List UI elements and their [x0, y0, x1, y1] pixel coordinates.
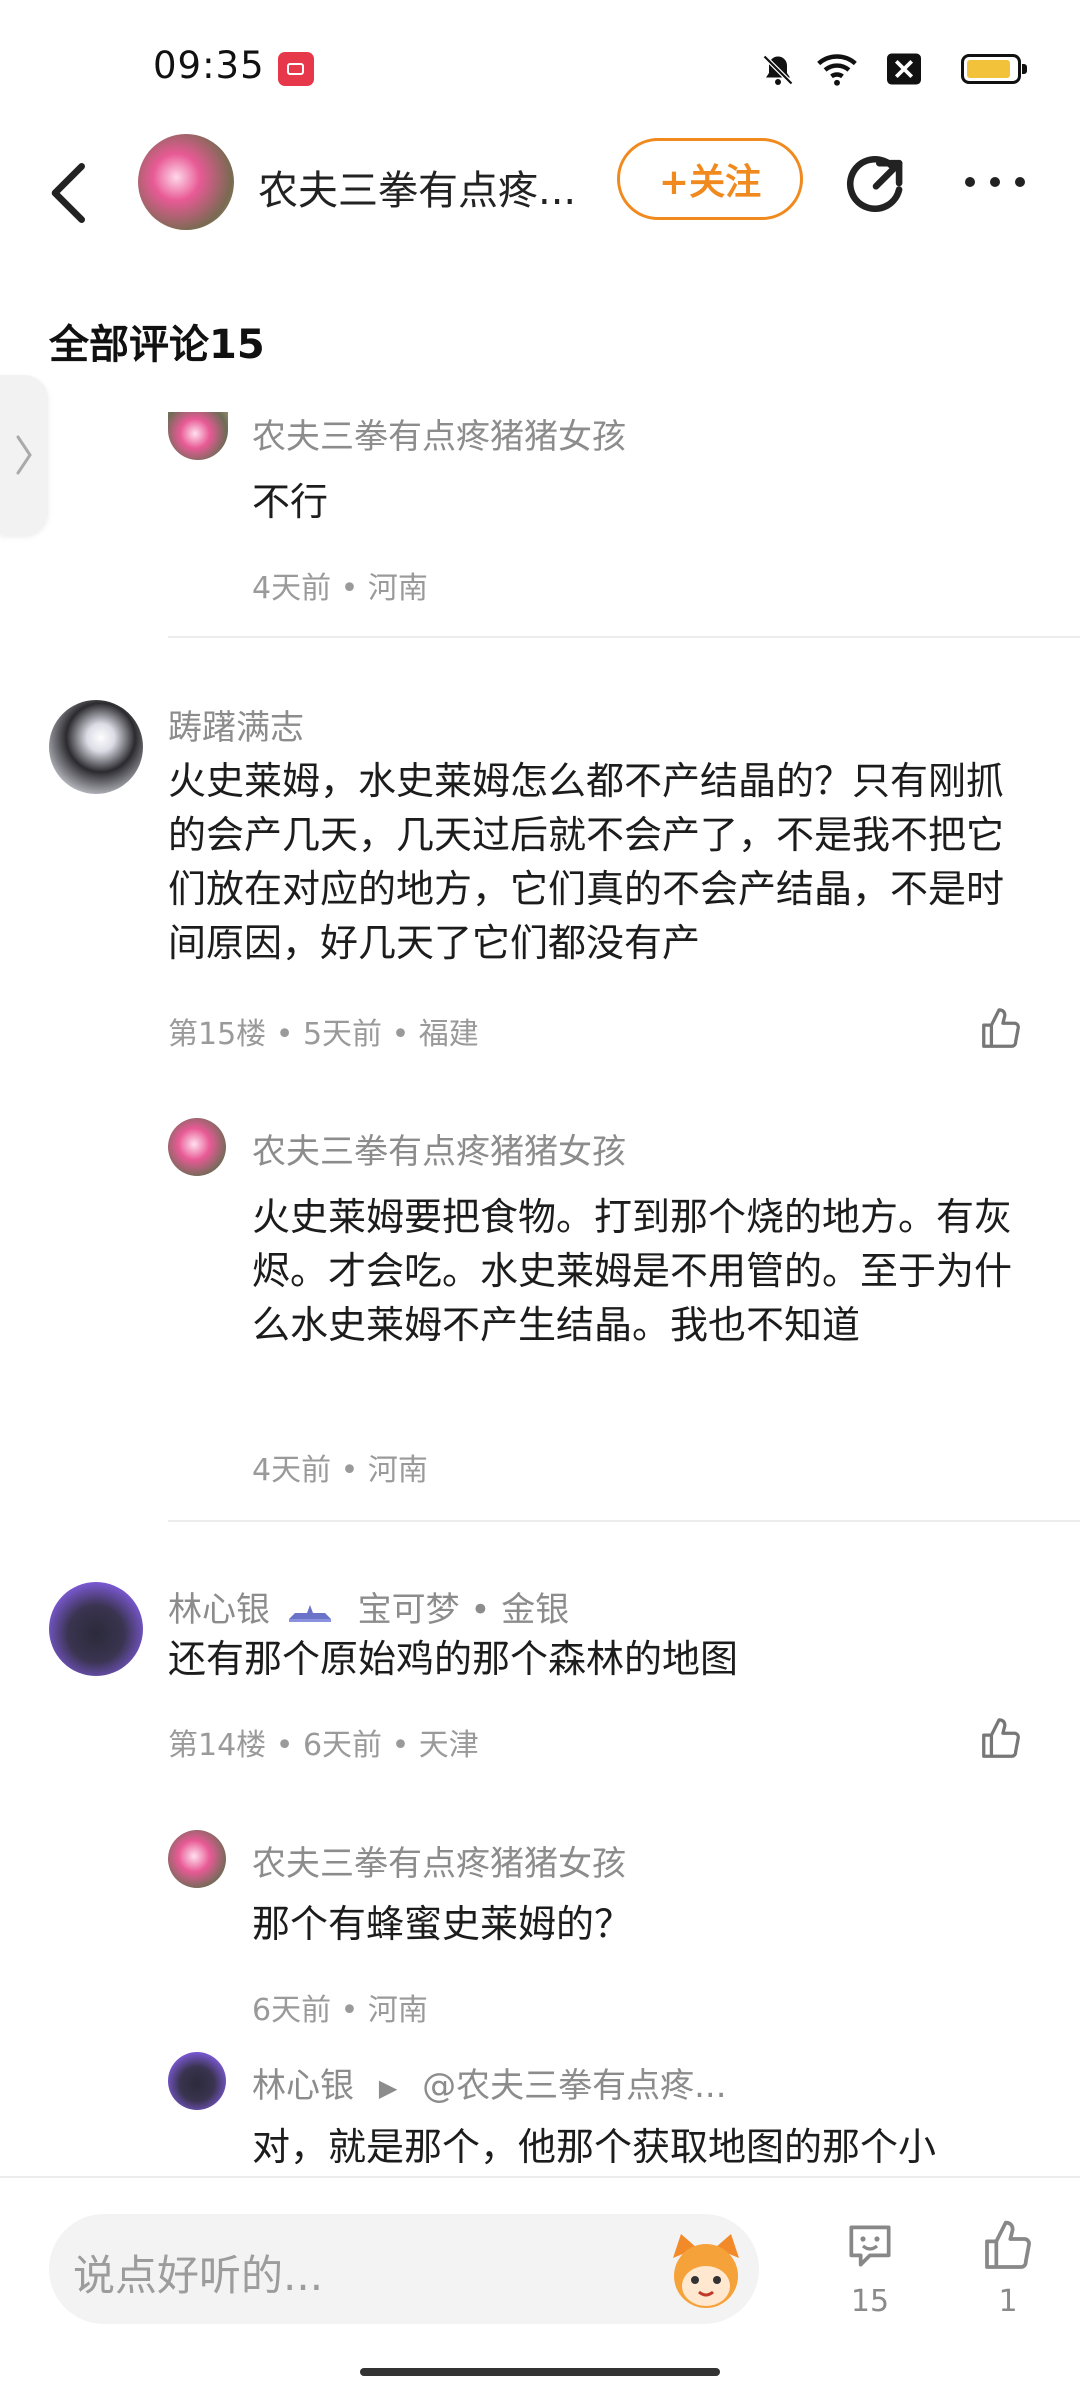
reply-author-name[interactable]: 农夫三拳有点疼猪猪女孩 [252, 1124, 626, 1173]
reply-author-name: 林心银 ▶ @农夫三拳有点疼... [252, 2058, 727, 2107]
reply-avatar[interactable] [168, 412, 228, 460]
reply-meta: 6天前 • 河南 [252, 1993, 428, 2028]
back-icon[interactable] [45, 158, 95, 228]
status-time: 09:35 [153, 44, 265, 87]
reply-meta: 4天前 • 河南 [252, 1453, 428, 1488]
reply-author-name[interactable]: 农夫三拳有点疼猪猪女孩 [252, 1836, 626, 1885]
status-bar: 09:35 [0, 0, 1080, 130]
commenter-name[interactable]: 踌躇满志 [168, 700, 304, 749]
commenter-avatar[interactable] [49, 700, 143, 794]
reply-text[interactable]: 对，就是那个，他那个获取地图的那个小 [252, 2120, 1032, 2176]
reply-avatar[interactable] [168, 1118, 226, 1176]
reply-avatar[interactable] [168, 2052, 226, 2110]
comment-count: 15 [850, 2284, 890, 2319]
comment-input[interactable]: 说点好听的... [49, 2214, 759, 2324]
like-action[interactable]: 1 [963, 2218, 1053, 2319]
chevron-right-icon [16, 435, 32, 475]
comment-text[interactable]: 火史莱姆，水史莱姆怎么都不产结晶的？只有刚抓的会产几天，几天过后就不会产了，不是… [168, 754, 1018, 970]
side-drawer-handle[interactable] [0, 375, 48, 535]
commenter-tag: 宝可梦 • 金银 [357, 1590, 570, 1630]
commenter-name-text[interactable]: 林心银 [168, 1590, 270, 1630]
like-icon[interactable] [978, 1716, 1024, 1762]
reply-meta: 4天前 • 河南 [252, 571, 428, 606]
comment-input-placeholder: 说点好听的... [73, 2251, 324, 2300]
author-name[interactable]: 农夫三拳有点疼... [258, 158, 588, 216]
screen-record-icon [278, 52, 314, 86]
like-icon[interactable] [978, 1006, 1024, 1052]
author-avatar[interactable] [138, 134, 234, 230]
reply-text[interactable]: 火史莱姆要把食物。打到那个烧的地方。有灰烬。才会吃。水史莱姆是不用管的。至于为什… [252, 1190, 1012, 1352]
reply-arrow-icon: ▶ [378, 2073, 398, 2102]
commenter-avatar[interactable] [49, 1582, 143, 1676]
comments-section-title: 全部评论15 [49, 322, 265, 368]
follow-button[interactable]: +关注 [617, 138, 803, 220]
divider [168, 1520, 1080, 1522]
mascot-emoji-icon[interactable] [663, 2228, 749, 2314]
reply-target-name[interactable]: @农夫三拳有点疼... [422, 2066, 726, 2106]
top-header: 农夫三拳有点疼... +关注 [0, 130, 1080, 250]
comment-text[interactable]: 还有那个原始鸡的那个森林的地图 [168, 1632, 738, 1686]
comments-action[interactable]: 15 [825, 2218, 915, 2319]
status-icons [740, 40, 1080, 100]
reply-author-name[interactable]: 农夫三拳有点疼猪猪女孩 [252, 412, 626, 452]
reply-text: 不行 [252, 480, 329, 524]
home-indicator[interactable] [360, 2368, 720, 2376]
comment-meta: 第15楼 • 5天前 • 福建 [168, 1017, 479, 1052]
comment-meta: 第14楼 • 6天前 • 天津 [168, 1728, 479, 1763]
share-icon[interactable] [843, 150, 909, 216]
reply-text[interactable]: 那个有蜂蜜史莱姆的？ [252, 1897, 632, 1951]
divider [168, 636, 1080, 638]
mute-bell-icon [762, 54, 794, 86]
reply-avatar[interactable] [168, 1830, 226, 1888]
battery-icon [961, 54, 1027, 84]
wifi-icon [817, 54, 857, 86]
commenter-name: 林心银 宝可梦 • 金银 [168, 1582, 569, 1631]
more-icon[interactable] [962, 172, 1028, 192]
like-count: 1 [998, 2284, 1018, 2319]
game-badge-icon [288, 1604, 331, 1622]
thumbs-up-icon [985, 2220, 1031, 2269]
reply-author-name-text[interactable]: 林心银 [252, 2066, 354, 2106]
no-sim-icon [887, 53, 921, 85]
comment-bubble-icon [849, 2225, 891, 2267]
